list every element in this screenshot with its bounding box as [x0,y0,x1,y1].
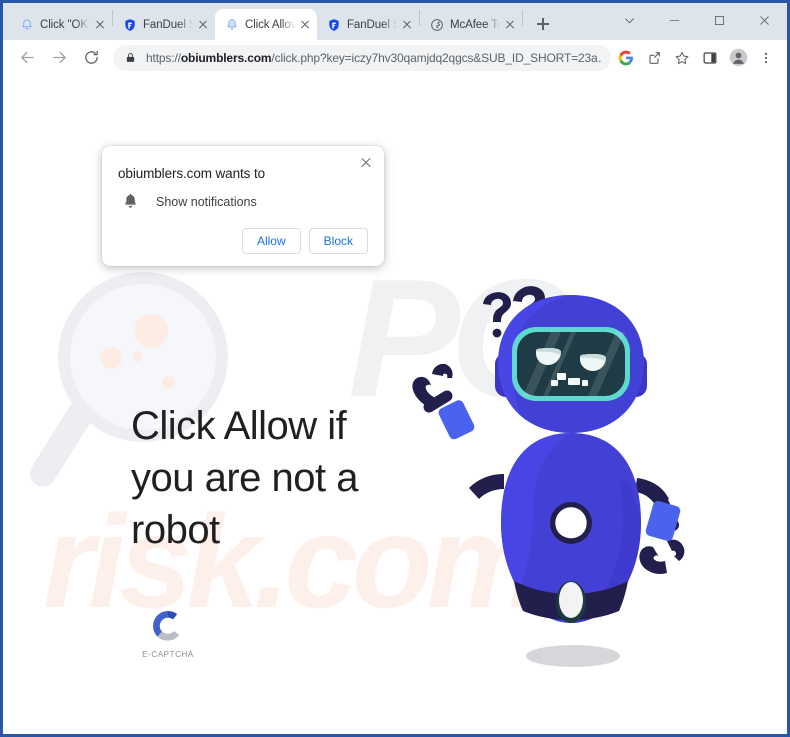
captcha-logo: E-CAPTCHA [140,606,196,659]
notification-permission-dialog: obiumblers.com wants to Show notificatio… [102,146,384,266]
minimize-button[interactable] [652,3,697,37]
tab-title: FanDuel Sp [143,18,193,31]
forward-button[interactable] [45,44,73,72]
window-controls [607,3,787,37]
maximize-button[interactable] [697,3,742,37]
captcha-c-icon [153,611,180,641]
bell-icon [224,17,239,32]
reload-button[interactable] [77,44,105,72]
new-tab-button[interactable] [529,10,557,38]
tab-separator [522,10,523,26]
bookmark-star-icon[interactable] [669,45,695,71]
tab-title: FanDuel Sp [347,18,397,31]
address-bar-text: https://obiumblers.com/click.php?key=icz… [146,50,601,65]
permission-dialog-title: obiumblers.com wants to [118,166,266,181]
address-bar[interactable]: https://obiumblers.com/click.php?key=icz… [113,44,611,71]
tab-close-icon[interactable] [297,17,313,33]
allow-button[interactable]: Allow [241,228,301,254]
back-button[interactable] [13,44,41,72]
captcha-label: E-CAPTCHA [142,650,194,659]
profile-avatar-icon[interactable] [725,45,751,71]
tab-close-icon[interactable] [92,17,108,33]
robot-illustration [412,286,685,667]
tab-fanduel-1[interactable]: FanDuel Sp [113,9,215,40]
fanduel-shield-icon [122,17,137,32]
tab-click-ok[interactable]: Click "OK" [10,9,112,40]
permission-row: Show notifications [118,193,368,210]
close-icon[interactable] [357,154,375,172]
side-panel-icon[interactable] [697,45,723,71]
fanduel-shield-icon [326,17,341,32]
tab-search-button[interactable] [607,3,652,37]
lock-icon[interactable] [125,51,137,64]
tab-close-icon[interactable] [399,17,415,33]
tab-close-icon[interactable] [195,17,211,33]
tab-strip: Click "OK" FanDuel Sp Click Allow FanDue… [3,3,787,40]
tab-fanduel-2[interactable]: FanDuel Sp [317,9,419,40]
permission-actions: Allow Block [118,228,368,254]
page-title: Click Allow if you are not a robot [131,404,359,552]
tab-title: Click Allow [245,18,295,31]
browser-toolbar: https://obiumblers.com/click.php?key=icz… [3,40,787,76]
page-content: PC risk.com Click Allow if you are not a… [3,76,787,734]
permission-label: Show notifications [156,194,257,209]
tab-click-allow-active[interactable]: Click Allow [215,9,317,40]
bell-icon [19,17,34,32]
block-button[interactable]: Block [308,228,368,254]
close-button[interactable] [742,3,787,37]
tab-mcafee[interactable]: McAfee To [420,9,522,40]
share-icon[interactable] [641,45,667,71]
robot-right-cuff [645,501,681,541]
tab-title: Click "OK" [40,18,90,31]
google-lens-icon[interactable] [613,45,639,71]
tab-title: McAfee To [450,18,500,31]
more-menu-icon[interactable] [753,45,779,71]
bell-icon [122,193,140,210]
browser-window: Click "OK" FanDuel Sp Click Allow FanDue… [0,0,790,737]
globe-icon [429,17,444,32]
tab-close-icon[interactable] [502,17,518,33]
robot-shadow [526,645,620,667]
